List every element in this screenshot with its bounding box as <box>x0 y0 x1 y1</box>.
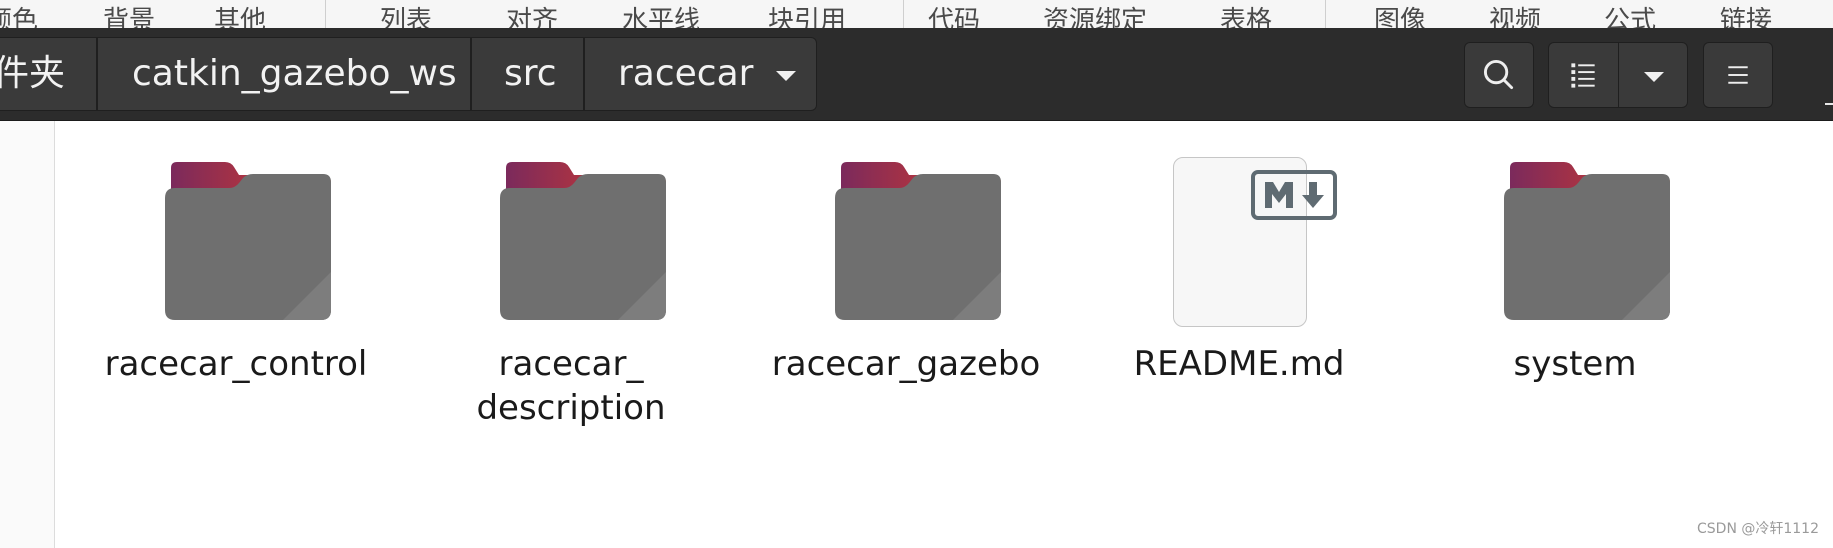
toolbar-item-background[interactable]: 背景 <box>103 6 155 28</box>
pathbar-crumb-workspace[interactable]: catkin_gazebo_ws <box>97 37 471 111</box>
pathbar-crumb-label: catkin_gazebo_ws <box>132 53 457 94</box>
toolbar-separator <box>1325 0 1326 28</box>
toolbar-separator <box>903 0 904 28</box>
file-name: racecar_ description <box>421 342 721 430</box>
file-name: racecar_gazebo <box>771 344 1041 384</box>
list-view-button[interactable] <box>1548 42 1619 108</box>
file-name-line1: racecar_ <box>498 344 644 384</box>
watermark: CSDN @冷轩1112 <box>1697 521 1819 537</box>
file-icon-wrap <box>756 150 1056 330</box>
view-options-button[interactable] <box>1618 42 1688 108</box>
toolbar-item-blockquote[interactable]: 块引用 <box>768 6 846 28</box>
toolbar-item-table[interactable]: 表格 <box>1220 6 1272 28</box>
folder-icon <box>500 162 666 320</box>
file-name: README.md <box>1133 344 1345 384</box>
file-item-readme[interactable]: README.md <box>1089 150 1389 386</box>
chevron-down-icon <box>1644 72 1664 82</box>
file-icon-wrap <box>1089 150 1389 330</box>
file-icon-wrap <box>86 150 386 330</box>
toolbar-item-resource[interactable]: 资源绑定 <box>1043 6 1147 28</box>
pathbar-crumb-parent[interactable]: 件夹 <box>0 37 97 111</box>
markdown-logo-icon <box>1251 170 1337 220</box>
toolbar-item-video[interactable]: 视频 <box>1489 6 1541 28</box>
header-bar: 件夹 catkin_gazebo_ws src racecar <box>0 28 1833 121</box>
sidebar <box>0 121 55 548</box>
chevron-down-icon[interactable] <box>776 71 796 81</box>
file-manager-window: 颜色 背景 其他 列表 对齐 水平线 块引用 代码 资源绑定 表格 图像 视频 … <box>0 0 1833 548</box>
toolbar-item-hr[interactable]: 水平线 <box>622 6 700 28</box>
file-icon-wrap <box>1425 150 1725 330</box>
toolbar-item-other[interactable]: 其他 <box>214 6 266 28</box>
file-item-racecar-description[interactable]: racecar_ description <box>421 150 721 430</box>
search-icon <box>1483 59 1514 90</box>
toolbar-item-list[interactable]: 列表 <box>380 6 432 28</box>
list-view-icon <box>1571 63 1595 88</box>
folder-icon <box>835 162 1001 320</box>
pathbar-crumb-label: racecar <box>618 53 754 94</box>
hamburger-menu-icon <box>1728 66 1748 84</box>
toolbar-item-link[interactable]: 链接 <box>1720 6 1772 28</box>
toolbar-item-code[interactable]: 代码 <box>928 6 980 28</box>
toolbar-item-color[interactable]: 颜色 <box>0 6 38 28</box>
folder-icon <box>165 162 331 320</box>
file-name: system <box>1513 344 1637 384</box>
pathbar-crumb-label: src <box>504 53 557 94</box>
main-menu-button[interactable] <box>1703 42 1773 108</box>
file-item-racecar-gazebo[interactable]: racecar_gazebo <box>756 150 1056 386</box>
file-item-racecar-control[interactable]: racecar_control <box>86 150 386 386</box>
minimize-icon[interactable] <box>1825 103 1833 105</box>
toolbar-separator <box>325 0 326 28</box>
pathbar-crumb-label: 件夹 <box>0 53 66 94</box>
file-name-line2: description <box>476 388 666 428</box>
editor-toolbar-strip: 颜色 背景 其他 列表 对齐 水平线 块引用 代码 资源绑定 表格 图像 视频 … <box>0 0 1833 28</box>
search-button[interactable] <box>1464 42 1534 108</box>
folder-icon <box>1504 162 1670 320</box>
toolbar-item-image[interactable]: 图像 <box>1374 6 1426 28</box>
toolbar-item-formula[interactable]: 公式 <box>1604 6 1656 28</box>
file-name: racecar_control <box>104 344 368 384</box>
file-item-system[interactable]: system <box>1425 150 1725 386</box>
pathbar-crumb-src[interactable]: src <box>471 37 584 111</box>
markdown-file-icon <box>1173 157 1337 327</box>
file-icon-wrap <box>421 150 721 330</box>
toolbar-item-align[interactable]: 对齐 <box>506 6 558 28</box>
pathbar-crumb-current[interactable]: racecar <box>584 37 817 111</box>
